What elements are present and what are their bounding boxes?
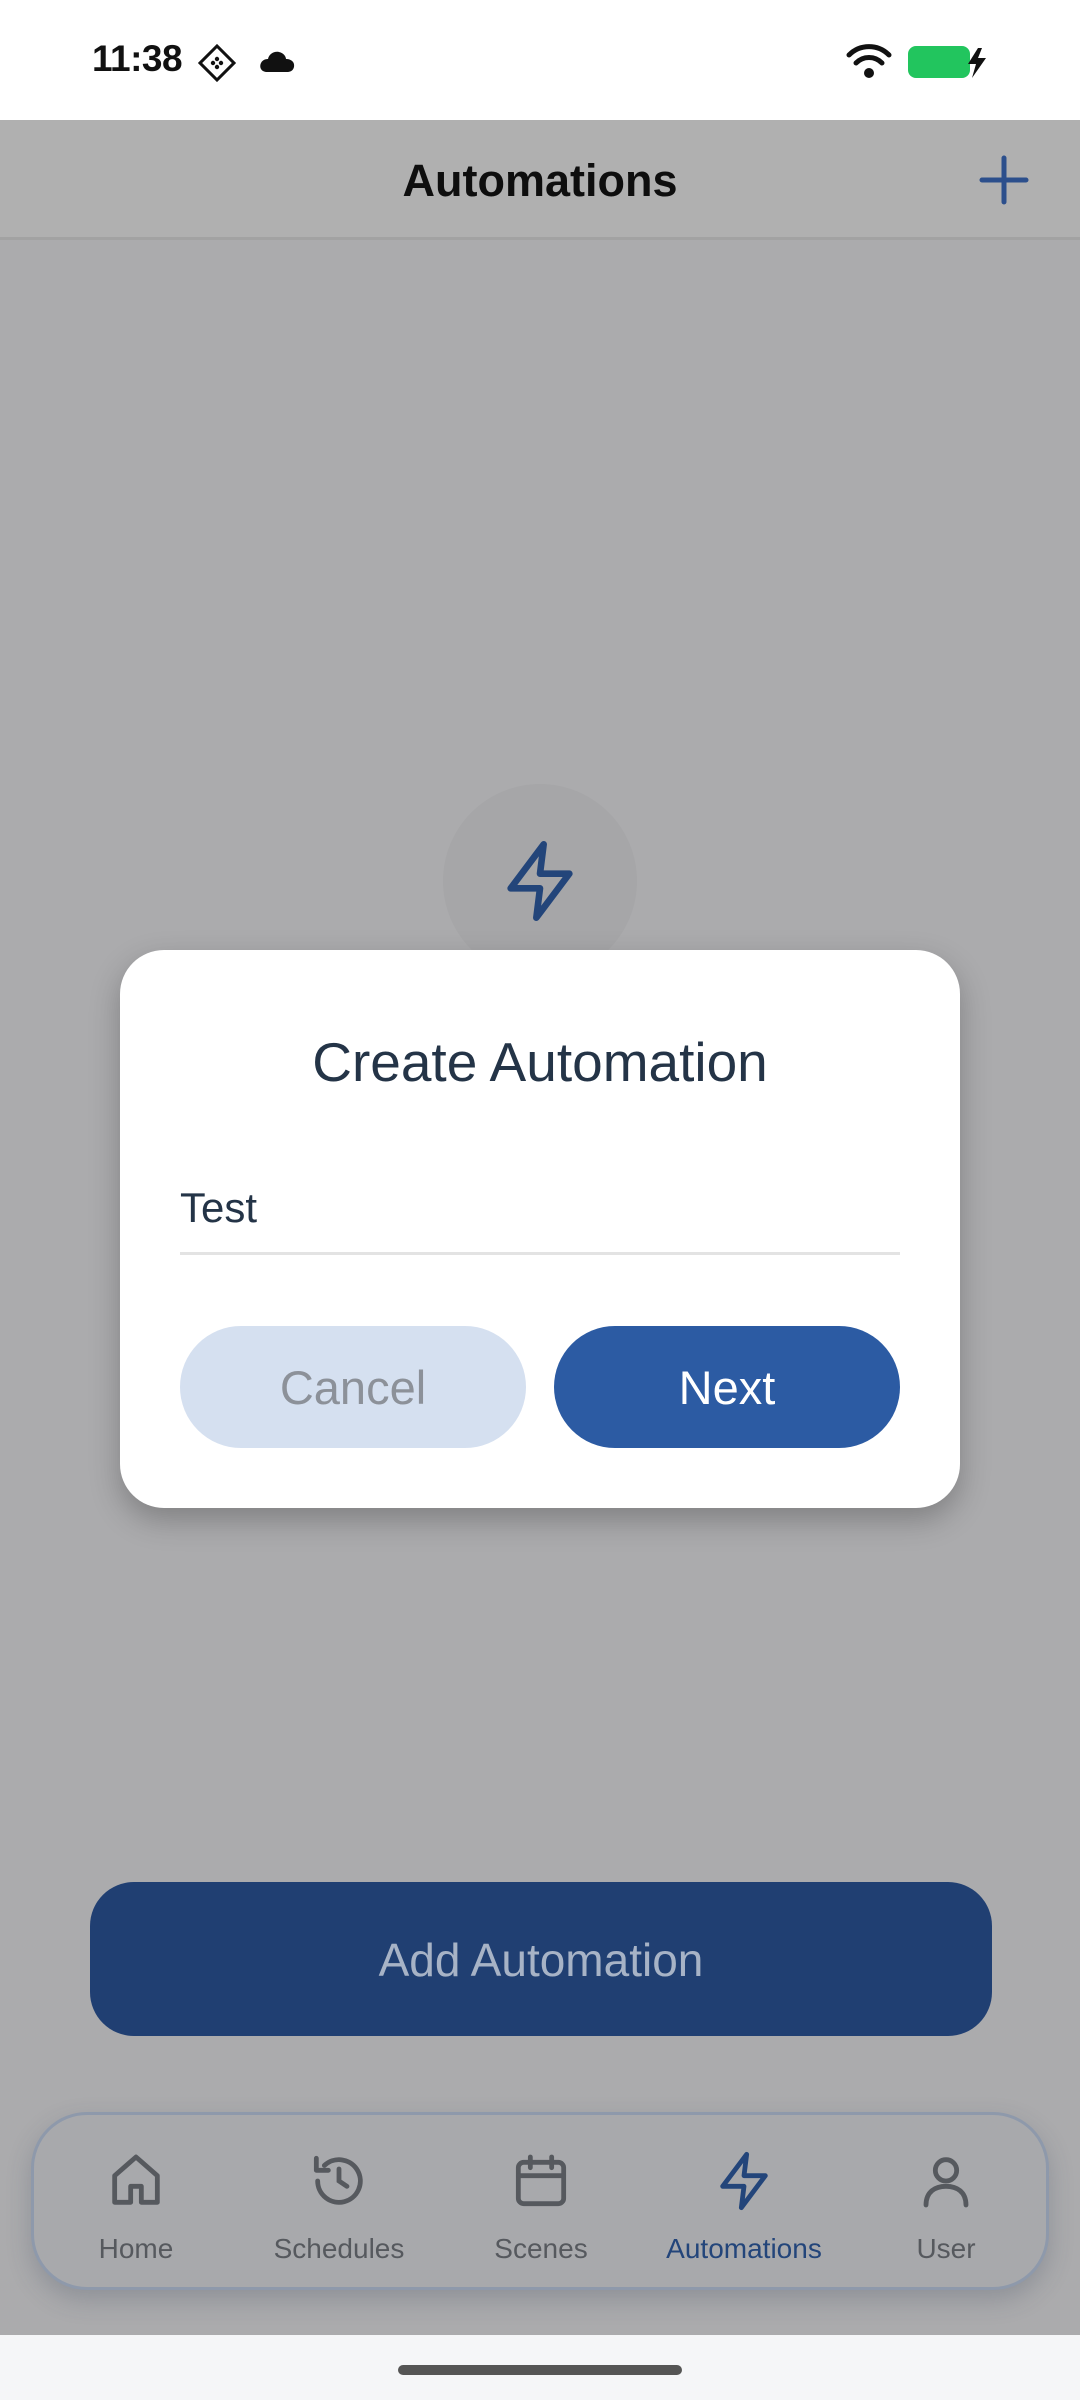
wifi-icon [846, 42, 892, 85]
battery-charging-icon [906, 44, 990, 85]
add-automation-icon-button[interactable] [972, 148, 1036, 212]
lightning-icon [507, 841, 573, 921]
status-bar: 11:38 [0, 0, 1080, 120]
create-automation-dialog: Create Automation Cancel Next [120, 950, 960, 1508]
dialog-title: Create Automation [312, 1031, 768, 1093]
nav-item-schedules[interactable]: Schedules [239, 2115, 439, 2293]
status-time: 11:38 [92, 38, 183, 79]
cancel-button[interactable]: Cancel [180, 1326, 526, 1448]
nav-item-user[interactable]: User [846, 2115, 1046, 2293]
home-indicator[interactable] [398, 2365, 682, 2375]
app-header: Automations [0, 120, 1080, 240]
lightning-icon [720, 2151, 768, 2211]
nav-item-home[interactable]: Home [36, 2115, 236, 2293]
add-automation-button[interactable]: Add Automation [90, 1882, 992, 2036]
empty-state-icon [443, 784, 637, 978]
diamond-notification-icon [197, 43, 237, 87]
page-title: Automations [402, 155, 678, 206]
bottom-nav: Home Schedules Scenes Automations User [31, 2112, 1049, 2290]
user-icon [923, 2157, 969, 2208]
nav-label-schedules: Schedules [273, 2233, 405, 2264]
cloud-icon [258, 50, 296, 79]
home-icon [112, 2154, 160, 2205]
nav-item-automations[interactable]: Automations [644, 2115, 844, 2293]
nav-label-scenes: Scenes [494, 2233, 588, 2264]
history-icon [313, 2155, 363, 2205]
home-indicator-area [0, 2335, 1080, 2400]
next-button[interactable]: Next [554, 1326, 900, 1448]
plus-icon [979, 155, 1029, 205]
automation-name-input[interactable] [180, 1164, 900, 1255]
nav-label-automations: Automations [666, 2233, 822, 2264]
nav-label-home: Home [98, 2233, 174, 2264]
calendar-icon [515, 2154, 567, 2207]
nav-label-user: User [916, 2233, 976, 2264]
nav-item-scenes[interactable]: Scenes [441, 2115, 641, 2293]
